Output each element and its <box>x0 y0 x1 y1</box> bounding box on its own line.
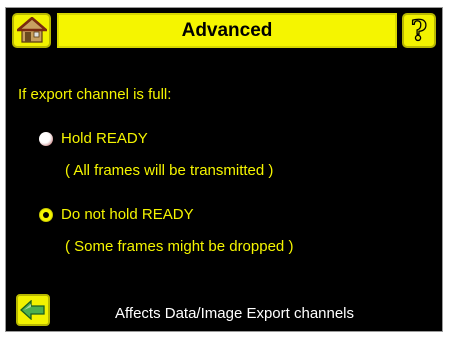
export-full-prompt: If export channel is full: <box>18 86 172 103</box>
home-button[interactable] <box>12 13 51 48</box>
option-do-not-hold-ready[interactable]: Do not hold READY <box>39 206 194 223</box>
home-icon <box>16 17 47 43</box>
back-button[interactable] <box>16 294 50 326</box>
back-arrow-icon <box>20 300 45 320</box>
title-bar: Advanced <box>57 13 397 48</box>
option-hold-ready-description: ( All frames will be transmitted ) <box>65 162 274 179</box>
footer-note: Affects Data/Image Export channels <box>115 305 355 322</box>
radio-hold-ready[interactable] <box>39 131 53 146</box>
header-bar: Advanced ? <box>12 13 436 48</box>
help-icon: ? <box>410 13 428 47</box>
page-title: Advanced <box>181 19 273 41</box>
option-do-not-hold-ready-description: ( Some frames might be dropped ) <box>65 238 294 255</box>
radio-do-not-hold-ready[interactable] <box>39 207 53 222</box>
option-hold-ready-label: Hold READY <box>61 130 148 147</box>
option-do-not-hold-ready-label: Do not hold READY <box>61 206 194 223</box>
help-button[interactable]: ? <box>402 13 436 48</box>
screen: Advanced ? If export channel is full: Ho… <box>5 7 443 332</box>
option-hold-ready[interactable]: Hold READY <box>39 130 148 147</box>
